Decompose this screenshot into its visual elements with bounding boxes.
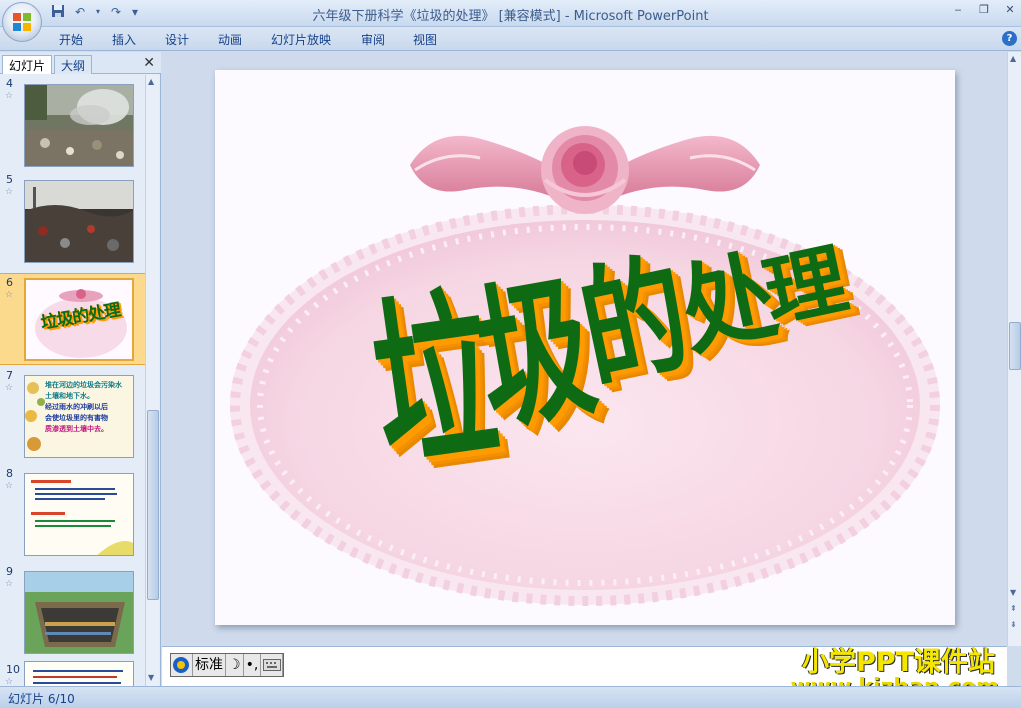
star-icon: ☆ — [5, 383, 14, 393]
scroll-up-icon[interactable]: ▲ — [1010, 54, 1016, 63]
ime-toolbar: 标准 ☽ •, — [170, 653, 285, 677]
tab-review[interactable]: 审阅 — [361, 31, 385, 48]
scroll-thumb[interactable] — [1009, 322, 1021, 370]
tab-animations[interactable]: 动画 — [218, 31, 242, 48]
help-icon[interactable]: ? — [1002, 31, 1017, 46]
tab-design[interactable]: 设计 — [165, 31, 189, 48]
previous-slide-icon[interactable]: ⇞ — [1010, 604, 1017, 613]
status-bar: 幻灯片 6/10 — [0, 686, 1021, 708]
slide-number: 6 — [6, 276, 13, 289]
ribbon-tabs: 开始 插入 设计 动画 幻灯片放映 审阅 视图 ? — [0, 27, 1021, 51]
punctuation-icon[interactable]: •, — [244, 654, 262, 676]
slide-number: 7 — [6, 369, 13, 382]
tab-home[interactable]: 开始 — [59, 31, 83, 48]
office-button[interactable] — [2, 2, 42, 42]
thumbnail-image-title: 垃圾的处理 — [24, 278, 134, 361]
panel-tabs: 幻灯片 大纲 ✕ — [0, 52, 161, 74]
tab-slideshow[interactable]: 幻灯片放映 — [271, 31, 331, 48]
window-title: 六年级下册科学《垃圾的处理》 [兼容模式] - Microsoft PowerP… — [312, 9, 709, 24]
thumbnail-image-plain-text — [24, 473, 134, 556]
slide-title[interactable]: 垃 圾 的 处 理 — [215, 70, 955, 625]
keyboard-icon[interactable] — [261, 654, 284, 676]
slide-number: 9 — [6, 565, 13, 578]
tab-insert[interactable]: 插入 — [112, 31, 136, 48]
scroll-down-icon[interactable]: ▼ — [1010, 588, 1016, 597]
thumbnail-image-dump — [24, 180, 134, 263]
thumbnail-slide-8[interactable]: 8 ☆ — [0, 465, 145, 560]
title-bar: ↶ ▾ ↷ ▾ 六年级下册科学《垃圾的处理》 [兼容模式] - Microsof… — [0, 0, 1021, 27]
slide-counter: 幻灯片 6/10 — [8, 692, 75, 706]
panel-close-icon[interactable]: ✕ — [143, 55, 155, 71]
slides-panel: 幻灯片 大纲 ✕ 4 ☆ 5 ☆ 6 ☆ 垃圾的处理 7 ☆ 堆在河边的垃圾会污… — [0, 52, 161, 686]
star-icon: ☆ — [5, 290, 14, 300]
tab-slides[interactable]: 幻灯片 — [2, 55, 53, 74]
thumbnail-slide-9[interactable]: 9 ☆ — [0, 563, 145, 658]
thumbnail-image-list — [24, 661, 134, 686]
thumbnail-slide-5[interactable]: 5 ☆ — [0, 171, 145, 266]
restore-button[interactable]: ❐ — [977, 3, 991, 17]
fullwidth-moon-icon[interactable]: ☽ — [226, 654, 244, 676]
ime-logo-icon[interactable] — [171, 654, 193, 676]
slide-number: 10 — [6, 663, 20, 676]
thumbnail-image-landfill — [24, 571, 134, 654]
star-icon: ☆ — [5, 579, 14, 589]
thumbnail-image-smoke — [24, 84, 134, 167]
tab-outline[interactable]: 大纲 — [54, 55, 93, 74]
scroll-up-icon[interactable]: ▲ — [148, 77, 154, 86]
office-logo-icon — [13, 13, 31, 31]
star-icon: ☆ — [5, 677, 14, 686]
current-slide[interactable]: 垃 圾 的 处 理 — [215, 70, 955, 625]
thumbnail-image-text: 堆在河边的垃圾会污染水 土壤和地下水。 经过雨水的冲刷以后 会使垃圾里的有害物 … — [24, 375, 134, 458]
star-icon: ☆ — [5, 481, 14, 491]
close-button[interactable]: ✕ — [1003, 3, 1017, 17]
thumbnail-slide-6[interactable]: 6 ☆ 垃圾的处理 — [0, 273, 145, 365]
tab-view[interactable]: 视图 — [413, 31, 437, 48]
window-controls: ‒ ❐ ✕ — [951, 3, 1017, 17]
watermark-title: 小学PPT课件站 — [802, 647, 995, 678]
thumbnail-slide-7[interactable]: 7 ☆ 堆在河边的垃圾会污染水 土壤和地下水。 经过雨水的冲刷以后 会使垃圾里的… — [0, 367, 145, 462]
scroll-thumb[interactable] — [147, 410, 159, 600]
slide-editing-area: 垃 圾 的 处 理 — [162, 52, 1007, 644]
scroll-down-icon[interactable]: ▼ — [148, 673, 154, 682]
star-icon: ☆ — [5, 187, 14, 197]
slide-scrollbar[interactable]: ▲ ▼ ⇞ ⇟ — [1007, 52, 1021, 646]
ime-mode[interactable]: 标准 — [193, 654, 226, 676]
star-icon: ☆ — [5, 91, 14, 101]
thumbnail-slide-4[interactable]: 4 ☆ — [0, 75, 145, 170]
slide-number: 4 — [6, 77, 13, 90]
thumbnail-list: 4 ☆ 5 ☆ 6 ☆ 垃圾的处理 7 ☆ 堆在河边的垃圾会污染水 土壤和地下水… — [0, 75, 145, 686]
next-slide-icon[interactable]: ⇟ — [1010, 620, 1017, 629]
thumbnail-scrollbar[interactable]: ▲ ▼ — [145, 75, 159, 686]
thumbnail-text-block: 堆在河边的垃圾会污染水 土壤和地下水。 经过雨水的冲刷以后 会使垃圾里的有害物 … — [45, 381, 122, 433]
slide-number: 5 — [6, 173, 13, 186]
slide-number: 8 — [6, 467, 13, 480]
thumbnail-slide-10[interactable]: 10 ☆ — [0, 661, 145, 686]
minimize-button[interactable]: ‒ — [951, 3, 965, 17]
